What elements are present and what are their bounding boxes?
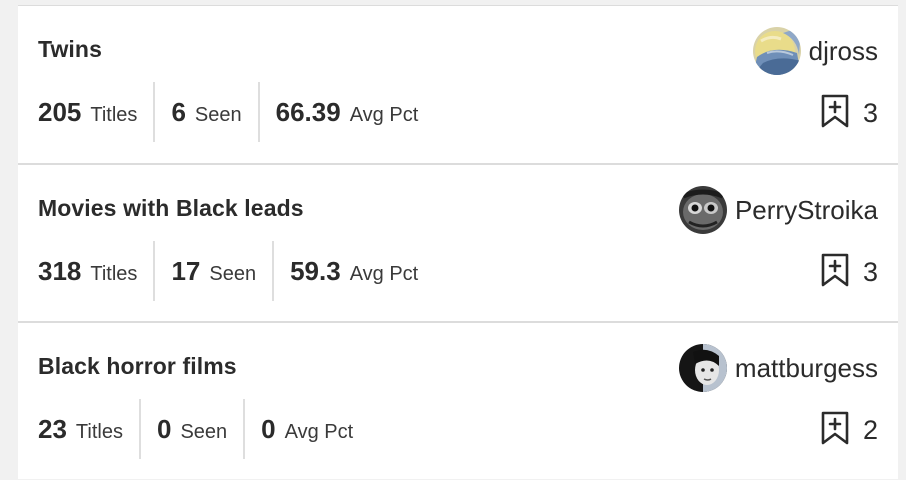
save-list-button[interactable]: 3 [821,93,878,133]
portrait-avatar[interactable] [678,344,727,392]
stat-titles: 23 Titles [38,399,139,459]
list-owner[interactable]: mattburgess [678,343,878,393]
stat-value: 318 [38,256,82,286]
list-owner[interactable]: PerryStroika [678,185,878,235]
stat-label: Titles [75,421,123,443]
save-count: 3 [862,256,878,287]
stat-label: Titles [90,104,138,126]
stat-label: Titles [90,263,138,285]
list-title[interactable]: Movies with Black leads [38,195,304,222]
stat-avg-pct: 0 Avg Pct [243,399,369,459]
owner-username[interactable]: djross [809,36,878,67]
stat-value: 0 [156,414,172,444]
list-stats: 23 Titles 0 Seen 0 Avg Pct [38,399,369,459]
list-owner[interactable]: djross [752,26,878,76]
stat-avg-pct: 59.3 Avg Pct [272,241,434,301]
stat-label: Avg Pct [349,104,419,126]
stat-label: Avg Pct [349,263,419,285]
list-stats: 205 Titles 6 Seen 66.39 Avg Pct [38,82,434,142]
stat-seen: 0 Seen [138,399,243,459]
stat-avg-pct: 66.39 Avg Pct [257,82,435,142]
lists-feed: Twins djross 205 Titles 6 Seen 66.39 Avg… [18,5,898,479]
stat-value: 66.39 [275,97,341,127]
stat-seen: 17 Seen [153,241,272,301]
stat-label: Avg Pct [284,421,354,443]
stat-value: 17 [171,256,201,286]
save-count: 3 [862,97,878,128]
list-title[interactable]: Twins [38,36,102,63]
list-title[interactable]: Black horror films [38,353,237,380]
stat-value: 0 [261,414,276,444]
save-list-button[interactable]: 2 [821,410,878,450]
face-avatar[interactable] [678,186,727,234]
owner-username[interactable]: mattburgess [735,353,878,384]
list-card[interactable]: Black horror films mattburgess 23 Titles [18,321,898,479]
stat-titles: 205 Titles [38,82,153,142]
painting-avatar[interactable] [752,27,801,75]
stat-value: 205 [38,97,82,127]
stat-label: Seen [209,263,257,285]
stat-titles: 318 Titles [38,241,153,301]
list-card[interactable]: Twins djross 205 Titles 6 Seen 66.39 Avg… [18,5,898,163]
stat-value: 6 [171,97,186,127]
stat-seen: 6 Seen [153,82,257,142]
list-stats: 318 Titles 17 Seen 59.3 Avg Pct [38,241,434,301]
save-list-button[interactable]: 3 [821,252,878,292]
save-count: 2 [862,414,878,445]
list-card[interactable]: Movies with Black leads PerryStroika 318 [18,163,898,321]
stat-label: Seen [180,421,228,443]
bookmark-plus-icon[interactable] [821,94,849,133]
bookmark-plus-icon[interactable] [821,411,849,450]
bookmark-plus-icon[interactable] [821,253,849,292]
stat-label: Seen [194,104,242,126]
stat-value: 23 [38,414,67,444]
stat-value: 59.3 [290,256,341,286]
owner-username[interactable]: PerryStroika [735,195,878,226]
